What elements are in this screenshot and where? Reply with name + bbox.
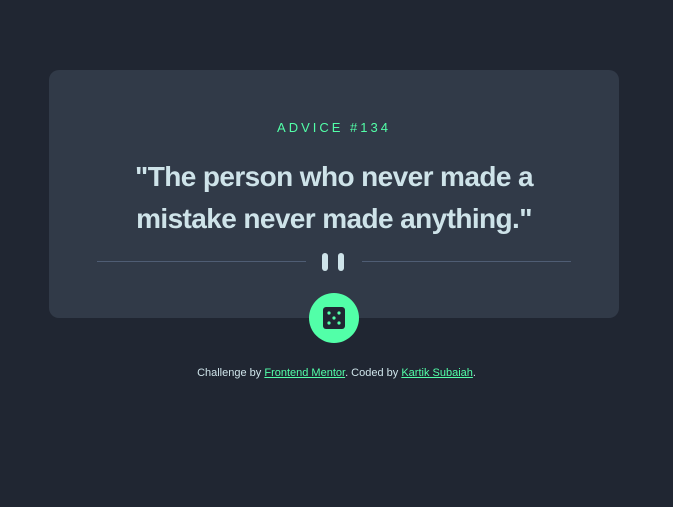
attribution-suffix: . xyxy=(472,367,476,379)
advice-quote: "The person who never made a mistake nev… xyxy=(135,161,534,234)
attribution-middle: . Coded by xyxy=(345,367,402,379)
author-link[interactable]: Kartik Subaiah xyxy=(401,367,473,379)
advice-card: ADVICE #134 "The person who never made a… xyxy=(49,70,619,318)
divider-line-left xyxy=(97,261,306,262)
page: ADVICE #134 "The person who never made a… xyxy=(0,0,673,507)
advice-id: ADVICE #134 xyxy=(277,120,391,135)
attribution-prefix: Challenge by xyxy=(197,367,265,379)
frontend-mentor-link[interactable]: Frontend Mentor xyxy=(264,367,345,379)
divider-line-right xyxy=(362,261,571,262)
attribution: Challenge by Frontend Mentor. Coded by K… xyxy=(0,367,673,379)
pause-icon xyxy=(322,253,346,271)
generate-advice-button[interactable] xyxy=(309,293,359,343)
dice-icon xyxy=(323,307,345,329)
divider xyxy=(97,253,571,271)
